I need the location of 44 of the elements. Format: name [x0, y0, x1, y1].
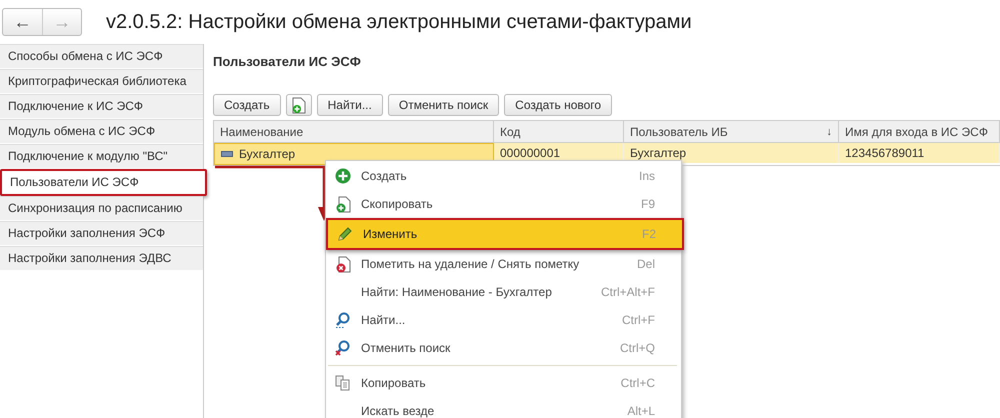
menu-item[interactable]: Пометить на удаление / Снять пометку Del — [326, 250, 681, 278]
section-title: Пользователи ИС ЭСФ — [213, 54, 362, 71]
sort-arrow: ↓ — [826, 126, 832, 138]
copy-documents-icon — [335, 375, 351, 391]
menu-item[interactable]: Создать Ins — [326, 162, 681, 190]
back-button[interactable]: ← — [3, 9, 42, 35]
sidebar-item[interactable]: Подключение к ИС ЭСФ — [0, 94, 203, 119]
menu-item[interactable]: Копировать Ctrl+C — [326, 369, 681, 397]
search-icon — [335, 312, 351, 328]
menu-item[interactable]: Отменить поиск Ctrl+Q — [326, 334, 681, 362]
item-icon — [221, 151, 233, 157]
sidebar-item[interactable]: Подключение к модулю "ВС" — [0, 144, 203, 169]
copy-icon — [336, 196, 350, 212]
column-header[interactable]: Пользователь ИБ ↓ — [624, 121, 839, 143]
copy-button[interactable] — [286, 94, 312, 116]
toolbar-button[interactable]: Создать нового — [504, 94, 612, 116]
menu-item[interactable]: Найти: Наименование - Бухгалтер Ctrl+Alt+F — [326, 278, 681, 306]
column-header[interactable]: Код — [494, 121, 624, 143]
sidebar-item[interactable]: Способы обмена с ИС ЭСФ — [0, 44, 203, 69]
cancel-search-icon — [335, 340, 351, 356]
menu-item[interactable]: Искать везде Alt+L — [326, 397, 681, 418]
sidebar-item[interactable]: Криптографическая библиотека — [0, 69, 203, 94]
menu-item[interactable]: Скопировать F9 — [326, 190, 681, 218]
sidebar-item[interactable]: Настройки заполнения ЭСФ — [0, 221, 203, 246]
toolbar-button[interactable]: Отменить поиск — [388, 94, 500, 116]
pencil-icon — [337, 226, 353, 242]
sidebar-item[interactable]: Пользователи ИС ЭСФ — [0, 169, 207, 196]
column-header[interactable]: Имя для входа в ИС ЭСФ — [839, 121, 1000, 143]
menu-item[interactable]: Найти... Ctrl+F — [326, 306, 681, 334]
toolbar-button[interactable]: Создать — [213, 94, 281, 116]
table-cell: Бухгалтер — [239, 147, 296, 161]
delete-icon — [336, 256, 350, 272]
window-title: v2.0.5.2: Настройки обмена электронными счетами-фактурами — [106, 10, 692, 34]
plus-icon — [335, 168, 351, 184]
copy-icon — [292, 96, 306, 114]
table-cell: 123456789011 — [845, 146, 924, 160]
table-cell: Бухгалтер — [630, 146, 686, 160]
column-header[interactable]: Наименование — [214, 121, 494, 143]
sidebar-item[interactable]: Модуль обмена с ИС ЭСФ — [0, 119, 203, 144]
toolbar-button[interactable]: Найти... — [316, 94, 383, 116]
menu-item[interactable]: Изменить F2 — [326, 218, 684, 250]
sidebar-item[interactable]: Синхронизация по расписанию — [0, 196, 203, 221]
table-cell: 000000001 — [500, 146, 560, 160]
sidebar-item[interactable]: Настройки заполнения ЭДВС — [0, 246, 203, 271]
